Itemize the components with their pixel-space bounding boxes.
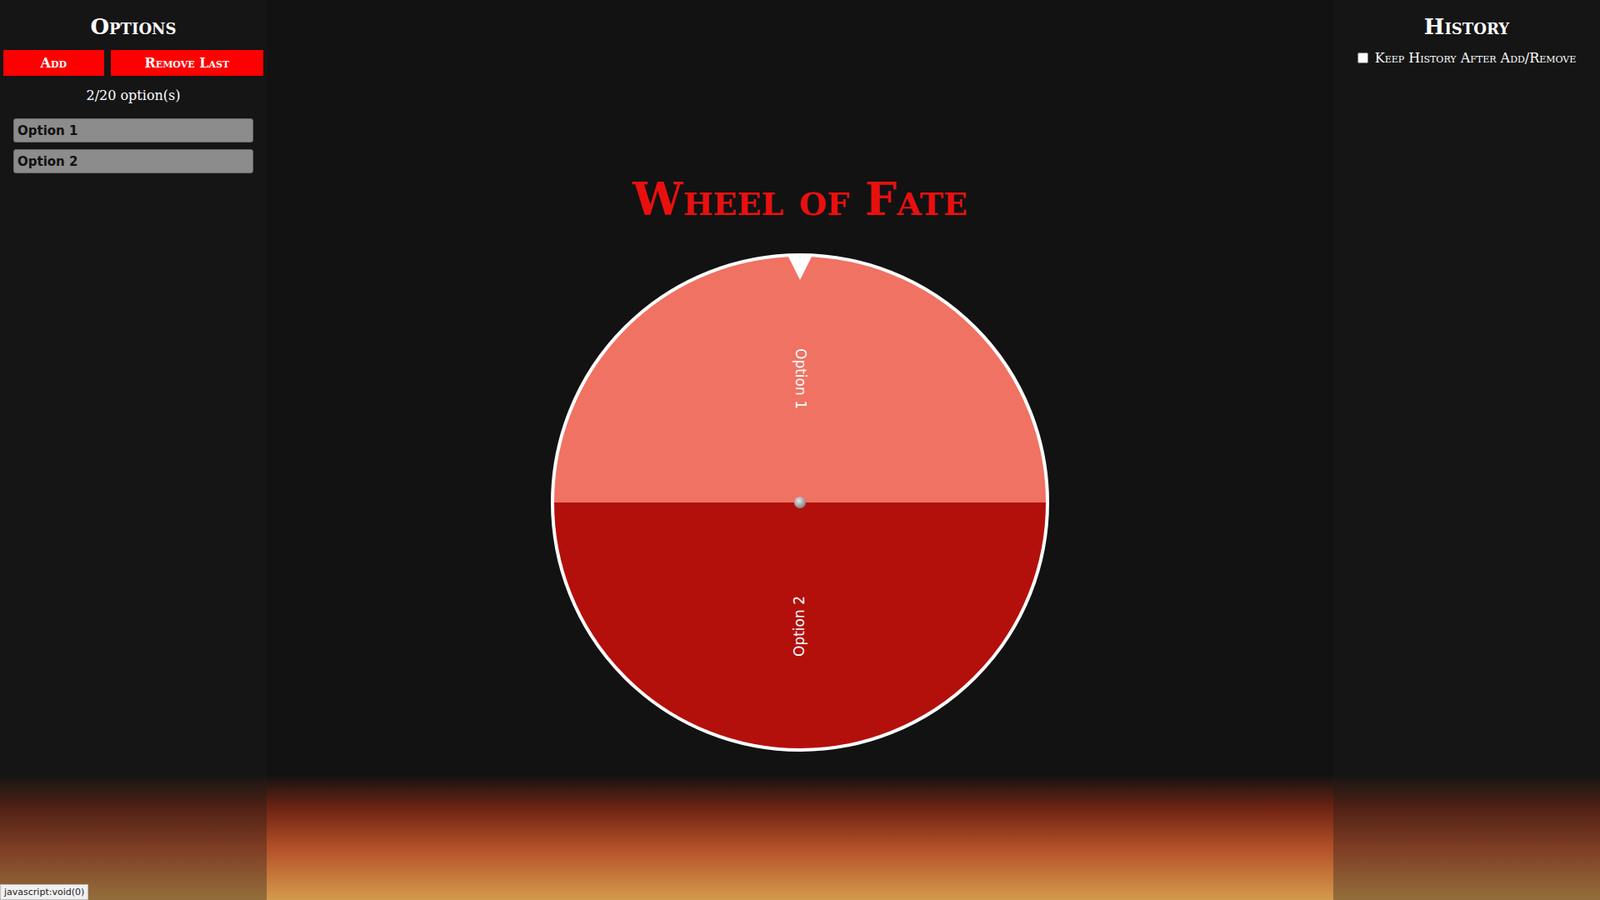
- checkbox[interactable]: [1357, 52, 1369, 64]
- keep-history-checkbox[interactable]: Keep History After Add/Remove: [1336, 50, 1597, 66]
- history-title: History: [1336, 11, 1597, 42]
- pointer-icon: [787, 255, 813, 280]
- button-row: AddRemove Last: [3, 50, 264, 76]
- wheel-rim: [552, 255, 1048, 750]
- option-list: [3, 118, 264, 174]
- option-input[interactable]: [13, 118, 254, 143]
- wheel-slice: Option 1: [552, 255, 1048, 503]
- status-bar: javascript:void(0): [0, 884, 89, 900]
- add-button[interactable]: Add: [3, 50, 105, 76]
- wheel-area: Wheel of Fate Option 1 Option 2: [266, 0, 1334, 900]
- remove-last-button[interactable]: Remove Last: [110, 50, 264, 76]
- options-panel: Options AddRemove Last 2/20 option(s): [0, 0, 267, 900]
- slice-label: Option 2: [790, 595, 808, 657]
- wheel-title: Wheel of Fate: [632, 171, 968, 227]
- wheel[interactable]: Option 1 Option 2: [547, 250, 1053, 755]
- hub-icon: [794, 496, 806, 509]
- slice-label: Option 1: [792, 348, 810, 410]
- page: OptionsAddRemove Last2/20 option(s)Wheel…: [0, 0, 1600, 900]
- option-input[interactable]: [13, 149, 254, 174]
- history-panel: History Keep History After Add/Remove: [1333, 0, 1600, 900]
- options-title: Options: [3, 11, 264, 42]
- wheel-slice: Option 2: [552, 502, 1048, 750]
- checkbox-label: Keep History After Add/Remove: [1375, 50, 1577, 66]
- option-count: 2/20 option(s): [3, 87, 264, 104]
